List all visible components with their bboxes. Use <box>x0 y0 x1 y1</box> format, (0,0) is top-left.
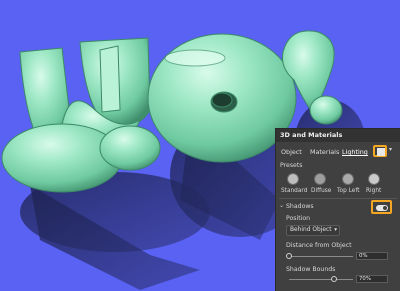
distance-label: Distance from Object <box>286 242 352 249</box>
light-source-icon <box>377 148 385 156</box>
bounds-slider-thumb[interactable] <box>330 276 337 282</box>
position-value: Behind Object <box>290 227 332 233</box>
toggle-knob <box>383 206 387 210</box>
panel-title: 3D and Materials <box>276 129 400 142</box>
preset-diffuse-sphere[interactable] <box>314 173 326 185</box>
tab-materials[interactable]: Materials <box>310 148 339 156</box>
divider <box>279 198 397 199</box>
chevron-down-icon[interactable]: ▾ <box>389 146 392 153</box>
letter-o <box>147 33 297 163</box>
preset-diffuse-label[interactable]: Diffuse <box>311 188 331 194</box>
tab-object[interactable]: Object <box>281 148 302 156</box>
shadows-toggle-highlight <box>371 200 392 214</box>
distance-value-field[interactable]: 0% <box>356 252 388 260</box>
shadows-toggle[interactable] <box>376 205 388 211</box>
bounds-slider-track[interactable] <box>289 279 353 280</box>
shadow-bounds-label: Shadow Bounds <box>286 266 336 273</box>
3d-materials-panel: 3D and Materials Object Materials Lighti… <box>275 128 400 291</box>
position-select[interactable]: Behind Object ▾ <box>286 225 340 236</box>
bounds-value-field[interactable]: 70% <box>356 275 388 283</box>
panel-tabs: Object Materials Lighting ▾ <box>276 142 400 162</box>
preset-right-sphere[interactable] <box>368 173 380 185</box>
distance-slider-thumb[interactable] <box>286 253 292 259</box>
chevron-down-icon: ▾ <box>334 227 337 233</box>
shadows-chevron-icon[interactable]: ⌄ <box>279 202 284 209</box>
presets-label: Presets <box>280 162 303 169</box>
lighting-render-button[interactable] <box>373 145 387 157</box>
tab-lighting[interactable]: Lighting <box>342 148 368 156</box>
preset-standard-label[interactable]: Standard <box>281 188 307 194</box>
position-label: Position <box>286 215 311 222</box>
preset-top-left-sphere[interactable] <box>342 173 354 185</box>
preset-top-left-label[interactable]: Top Left <box>337 188 360 194</box>
shadows-label: Shadows <box>286 203 314 210</box>
distance-slider-track[interactable] <box>289 256 353 257</box>
preset-standard-sphere[interactable] <box>287 173 299 185</box>
preset-right-label[interactable]: Right <box>366 188 381 194</box>
